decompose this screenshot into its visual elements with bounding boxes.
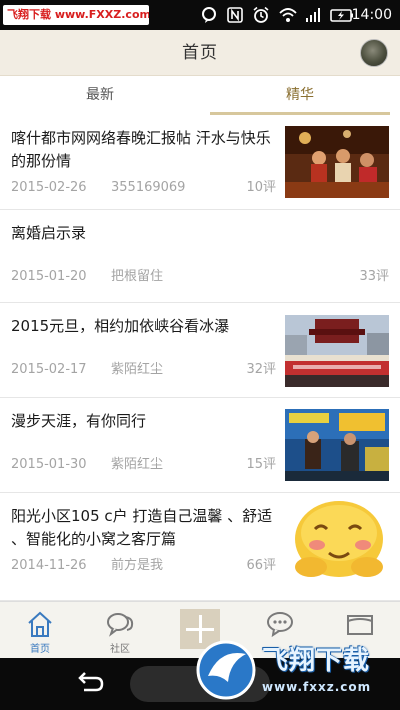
- nav-community[interactable]: 社区: [80, 602, 160, 658]
- item-date: 2015-01-30: [11, 457, 87, 472]
- nav-home-label: 首页: [30, 644, 50, 655]
- list-item[interactable]: 阳光小区105 c户 打造自己温馨 、舒适 、智能化的小窝之客厅篇 2014-1…: [0, 493, 400, 601]
- item-date: 2015-02-26: [11, 180, 87, 195]
- item-meta: 2015-02-26 355169069 10评: [11, 179, 276, 197]
- nav-community-label: 社区: [110, 644, 130, 655]
- feed-list: 喀什都市网网络春晚汇报帖 汗水与快乐的那份情 2015-02-26 355169…: [0, 115, 400, 601]
- status-time: 14:00: [351, 7, 392, 23]
- item-title: 漫步天涯，有你同行: [11, 412, 147, 430]
- item-author: 把根留住: [111, 269, 164, 284]
- list-item[interactable]: 漫步天涯，有你同行 2015-01-30 紫陌红尘 15评: [0, 398, 400, 493]
- alarm-icon: [252, 6, 270, 24]
- item-meta: 2014-11-26 前方是我 66评: [11, 557, 276, 575]
- item-title: 离婚启示录: [11, 224, 87, 242]
- list-item[interactable]: 喀什都市网网络春晚汇报帖 汗水与快乐的那份情 2015-02-26 355169…: [0, 115, 400, 210]
- wifi-icon: [278, 6, 297, 24]
- folder-icon: [345, 610, 375, 638]
- item-author: 紫陌红尘: [111, 457, 164, 472]
- list-item[interactable]: 离婚启示录 2015-01-20 把根留住 33评: [0, 210, 400, 303]
- item-comment-count: 10评: [246, 180, 276, 195]
- message-icon: [265, 610, 295, 638]
- item-author: 紫陌红尘: [111, 362, 164, 377]
- chat-bubble-icon: [200, 6, 218, 24]
- item-title: 喀什都市网网络春晚汇报帖 汗水与快乐的那份情: [11, 129, 271, 170]
- chat-bubbles-icon: [105, 610, 135, 638]
- item-comment-count: 32评: [246, 362, 276, 377]
- page-title: 首页: [182, 43, 218, 63]
- item-thumbnail: [285, 409, 389, 481]
- item-comment-count: 15评: [246, 457, 276, 472]
- item-date: 2015-02-17: [11, 362, 87, 377]
- tab-latest[interactable]: 最新: [0, 77, 200, 115]
- back-arrow-icon[interactable]: [70, 670, 110, 698]
- item-thumbnail: [285, 315, 389, 387]
- item-thumbnail: [285, 126, 389, 198]
- item-comment-count: 66评: [246, 558, 276, 573]
- tab-featured[interactable]: 精华: [200, 77, 400, 115]
- status-bar: 飞翔下载 www.FXXZ.com 14:00: [0, 0, 400, 30]
- item-author: 355169069: [111, 180, 186, 195]
- item-comment-count: 33评: [359, 269, 389, 284]
- item-meta: 2015-01-30 紫陌红尘 15评: [11, 456, 276, 474]
- watermark-url: www.fxxz.com: [262, 680, 372, 694]
- nfc-icon: [226, 6, 244, 24]
- avatar[interactable]: [360, 39, 388, 67]
- house-icon: [25, 610, 55, 638]
- status-icons: [200, 5, 353, 25]
- watermark-title: 飞翔下载: [262, 646, 371, 676]
- item-thumbnail: [285, 499, 389, 579]
- nav-home[interactable]: 首页: [0, 602, 80, 658]
- item-title: 2015元旦，相约加依峡谷看冰瀑: [11, 317, 230, 335]
- item-date: 2015-01-20: [11, 269, 87, 284]
- list-item[interactable]: 2015元旦，相约加依峡谷看冰瀑 2015-02-17 紫陌红尘 32评: [0, 303, 400, 398]
- signal-icon: [304, 6, 322, 24]
- watermark-banner: 飞翔下载 www.FXXZ.com: [3, 5, 149, 25]
- tab-bar: 最新 精华: [0, 77, 400, 115]
- battery-icon: [330, 6, 353, 24]
- app-header: 首页: [0, 30, 400, 76]
- item-date: 2014-11-26: [11, 558, 87, 573]
- item-title: 阳光小区105 c户 打造自己温馨 、舒适 、智能化的小窝之客厅篇: [11, 507, 273, 548]
- item-meta: 2015-01-20 把根留住 33评: [11, 268, 389, 286]
- item-author: 前方是我: [111, 558, 164, 573]
- item-meta: 2015-02-17 紫陌红尘 32评: [11, 361, 276, 379]
